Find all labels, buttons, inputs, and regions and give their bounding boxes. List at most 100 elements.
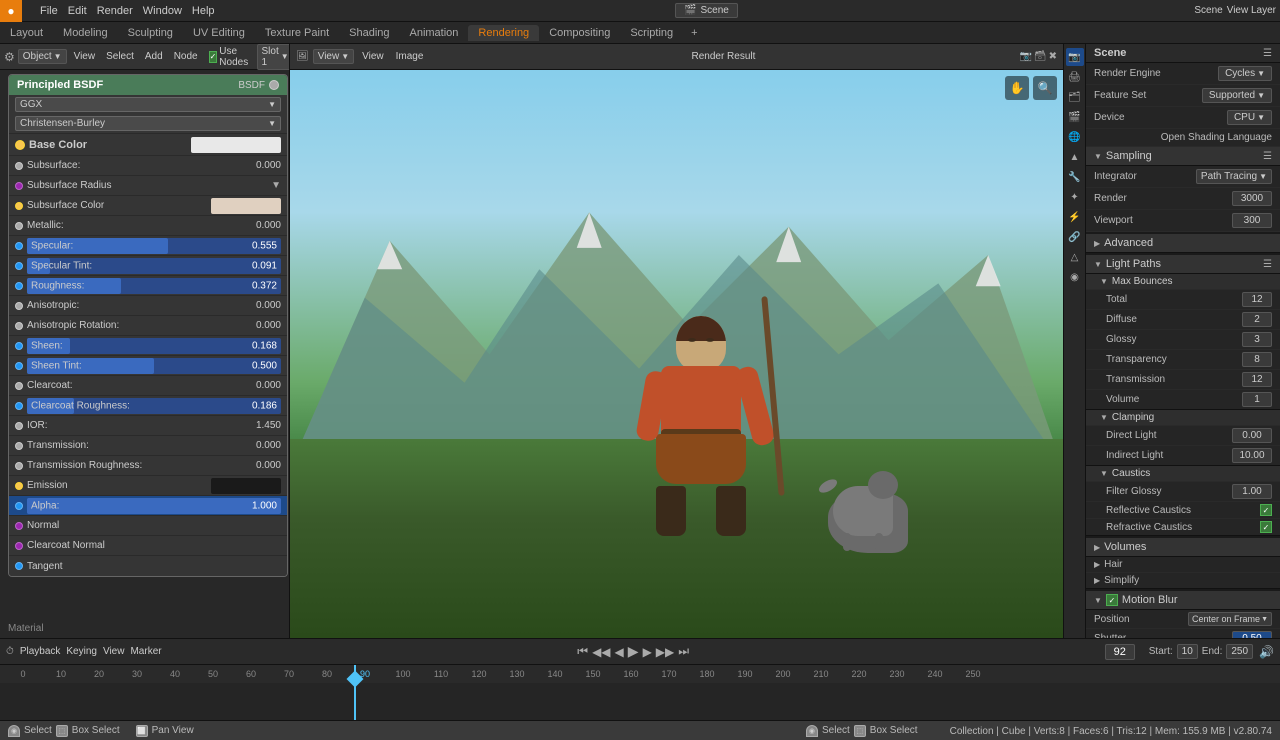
volumes-header[interactable]: ▶ Volumes <box>1086 538 1280 557</box>
prop-roughness[interactable]: Roughness: 0.372 <box>9 276 287 296</box>
prop-ior[interactable]: IOR: 1.450 <box>9 416 287 436</box>
prop-sheen-tint[interactable]: Sheen Tint: 0.500 <box>9 356 287 376</box>
modifier-icon[interactable]: 🔧 <box>1066 168 1084 186</box>
editor-type-select[interactable]: Object▼ <box>18 49 67 64</box>
bounce-transparency-value[interactable]: 8 <box>1242 352 1272 367</box>
material-icon2[interactable]: ◉ <box>1066 268 1084 286</box>
scene-icon[interactable]: 🎬 <box>1066 108 1084 126</box>
slot-select[interactable]: Slot 1▼ <box>257 44 291 70</box>
tab-shading[interactable]: Shading <box>339 25 399 41</box>
render-samples-value[interactable]: 3000 <box>1232 191 1272 206</box>
tab-rendering[interactable]: Rendering <box>468 25 539 41</box>
view-layer-icon[interactable]: 🗂 <box>1066 88 1084 106</box>
view-menu[interactable]: View <box>70 50 100 63</box>
viewport-type-icon[interactable]: 🖼 <box>296 51 309 62</box>
menu-edit[interactable]: Edit <box>64 5 91 17</box>
advanced-section-header[interactable]: ▶ Advanced <box>1086 232 1280 253</box>
tab-layout[interactable]: Layout <box>0 25 53 41</box>
light-paths-header[interactable]: ▼ Light Paths ☰ <box>1086 255 1280 274</box>
viewport-image-menu[interactable]: Image <box>392 50 428 63</box>
editor-type-icon[interactable]: ⚙ <box>4 50 15 64</box>
playback-menu[interactable]: Playback <box>20 646 61 657</box>
tab-uv-editing[interactable]: UV Editing <box>183 25 255 41</box>
audio-icon[interactable]: 🔊 <box>1259 645 1274 659</box>
blender-logo[interactable]: ● <box>0 0 22 22</box>
prop-transmission[interactable]: Transmission: 0.000 <box>9 436 287 456</box>
view-icons[interactable]: 📷 🗃 ✖ <box>1019 51 1057 62</box>
magnify-tool[interactable]: 🔍 <box>1033 76 1057 100</box>
prop-subsurface[interactable]: Subsurface: 0.000 <box>9 156 287 176</box>
caustics-header[interactable]: ▼ Caustics <box>1086 466 1280 482</box>
indirect-light-value[interactable]: 10.00 <box>1232 448 1272 463</box>
position-select[interactable]: Center on Frame▼ <box>1188 612 1272 626</box>
use-nodes-checkbox[interactable]: ✓ <box>209 51 218 63</box>
start-value[interactable]: 10 <box>1177 644 1198 659</box>
prop-clearcoat-normal[interactable]: Clearcoat Normal <box>9 536 287 556</box>
jump-to-end[interactable]: ⏭ <box>678 644 689 659</box>
prop-metallic[interactable]: Metallic: 0.000 <box>9 216 287 236</box>
prop-subsurface-radius[interactable]: Subsurface Radius ▼ <box>9 176 287 196</box>
hand-tool[interactable]: ✋ <box>1005 76 1029 100</box>
viewport-view-menu[interactable]: View <box>358 50 388 63</box>
timeline-type-icon[interactable]: ⏱ <box>6 646 14 657</box>
tab-scripting[interactable]: Scripting <box>620 25 683 41</box>
prop-transmission-roughness[interactable]: Transmission Roughness: 0.000 <box>9 456 287 476</box>
prop-tangent[interactable]: Tangent <box>9 556 287 576</box>
device-select[interactable]: CPU▼ <box>1227 110 1272 125</box>
keying-menu[interactable]: Keying <box>66 646 97 657</box>
marker-menu[interactable]: Marker <box>130 646 161 657</box>
tab-modeling[interactable]: Modeling <box>53 25 118 41</box>
data-icon[interactable]: △ <box>1066 248 1084 266</box>
jump-to-start[interactable]: ⏮ <box>577 644 588 659</box>
prop-specular[interactable]: Specular: 0.555 <box>9 236 287 256</box>
prop-clearcoat[interactable]: Clearcoat: 0.000 <box>9 376 287 396</box>
prev-frame[interactable]: ◀◀ <box>592 645 610 659</box>
base-color-swatch[interactable] <box>191 137 281 153</box>
shutter-value[interactable]: 0.50 <box>1232 631 1272 638</box>
clamping-header[interactable]: ▼ Clamping <box>1086 410 1280 426</box>
distribution-select[interactable]: GGX▼ <box>15 97 281 112</box>
tab-compositing[interactable]: Compositing <box>539 25 620 41</box>
bounce-transmission-value[interactable]: 12 <box>1242 372 1272 387</box>
world-icon[interactable]: 🌐 <box>1066 128 1084 146</box>
physics-icon[interactable]: ⚡ <box>1066 208 1084 226</box>
bounce-total-value[interactable]: 12 <box>1242 292 1272 307</box>
viewport-samples-value[interactable]: 300 <box>1232 213 1272 228</box>
tab-plus[interactable]: + <box>683 25 705 41</box>
integrator-select[interactable]: Path Tracing▼ <box>1196 169 1272 184</box>
output-icon[interactable]: 🖨 <box>1066 68 1084 86</box>
viewport-view-select[interactable]: View▼ <box>313 49 354 64</box>
render-engine-select[interactable]: Cycles▼ <box>1218 66 1272 81</box>
add-menu[interactable]: Add <box>141 50 167 63</box>
prop-sheen[interactable]: Sheen: 0.168 <box>9 336 287 356</box>
prop-alpha[interactable]: Alpha: 1.000 <box>9 496 287 516</box>
prop-anisotropic-rotation[interactable]: Anisotropic Rotation: 0.000 <box>9 316 287 336</box>
expand-icon[interactable]: ☰ <box>1263 48 1272 59</box>
menu-file[interactable]: File <box>36 5 62 17</box>
bounce-volume-value[interactable]: 1 <box>1242 392 1272 407</box>
filter-glossy-value[interactable]: 1.00 <box>1232 484 1272 499</box>
refractive-caustics-checkbox[interactable]: ✓ <box>1260 521 1272 533</box>
direct-light-value[interactable]: 0.00 <box>1232 428 1272 443</box>
bounce-diffuse-value[interactable]: 2 <box>1242 312 1272 327</box>
prop-emission[interactable]: Emission <box>9 476 287 496</box>
next-keyframe[interactable]: ▶ <box>643 645 652 659</box>
prop-clearcoat-roughness[interactable]: Clearcoat Roughness: 0.186 <box>9 396 287 416</box>
subsurface-color-swatch[interactable] <box>211 198 281 214</box>
prop-normal[interactable]: Normal <box>9 516 287 536</box>
motion-blur-checkbox[interactable]: ✓ <box>1106 594 1118 606</box>
tab-sculpting[interactable]: Sculpting <box>118 25 183 41</box>
menu-help[interactable]: Help <box>188 5 219 17</box>
prop-anisotropic[interactable]: Anisotropic: 0.000 <box>9 296 287 316</box>
node-menu[interactable]: Node <box>170 50 202 63</box>
view-menu-timeline[interactable]: View <box>103 646 125 657</box>
render-icon[interactable]: 📷 <box>1066 48 1084 66</box>
bounce-glossy-value[interactable]: 3 <box>1242 332 1272 347</box>
prev-keyframe[interactable]: ◀ <box>615 645 624 659</box>
end-value[interactable]: 250 <box>1226 644 1253 659</box>
prop-base-color[interactable]: Base Color <box>9 134 287 156</box>
sampling-section-header[interactable]: ▼ Sampling ☰ <box>1086 147 1280 166</box>
select-menu[interactable]: Select <box>102 50 138 63</box>
max-bounces-header[interactable]: ▼ Max Bounces <box>1086 274 1280 290</box>
play-button[interactable]: ▶ <box>628 643 639 660</box>
